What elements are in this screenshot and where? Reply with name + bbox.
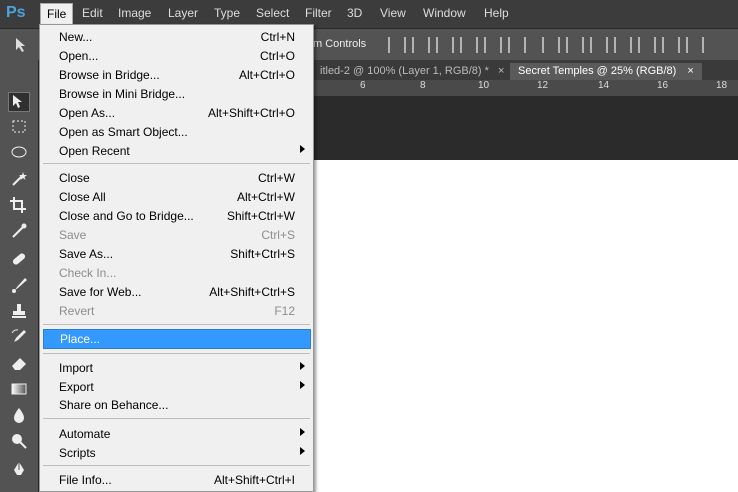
brush-tool-icon[interactable] <box>8 276 30 296</box>
menu-item-check-in: Check In... <box>59 266 117 280</box>
menu-select[interactable]: Select <box>256 6 289 20</box>
tab-untitled-2[interactable]: itled-2 @ 100% (Layer 1, RGB/8) * × <box>312 63 512 80</box>
lasso-tool-icon[interactable] <box>8 144 30 164</box>
menu-item-open[interactable]: Open... Ctrl+O <box>40 47 313 66</box>
menu-3d[interactable]: 3D <box>347 6 362 20</box>
menu-item-close[interactable]: Close Ctrl+W <box>40 169 313 188</box>
menu-item-save-for-web[interactable]: Save for Web... Alt+Shift+Ctrl+S <box>40 283 313 302</box>
menu-separator <box>43 163 310 164</box>
menu-window[interactable]: Window <box>423 6 466 20</box>
horizontal-ruler: 6 8 10 12 14 16 18 <box>312 80 738 97</box>
distribute-vcenter-icon[interactable] <box>566 37 584 53</box>
menu-item-export[interactable]: Export <box>40 378 313 397</box>
menu-item-close-and-go-to-bridge[interactable]: Close and Go to Bridge... Shift+Ctrl+W <box>40 207 313 226</box>
align-top-icon[interactable] <box>388 37 406 53</box>
align-left-icon[interactable] <box>460 37 478 53</box>
menu-item-open-as[interactable]: Open As... Alt+Shift+Ctrl+O <box>40 104 313 123</box>
file-menu-dropdown: New... Ctrl+N Open... Ctrl+O Browse in B… <box>39 24 314 492</box>
ruler-tick: 18 <box>716 80 728 91</box>
menu-layer[interactable]: Layer <box>168 6 198 20</box>
history-brush-tool-icon[interactable] <box>8 328 30 348</box>
menu-item-share-on-behance[interactable]: Share on Behance... <box>40 396 313 415</box>
menu-item-close-all[interactable]: Close All Alt+Ctrl+W <box>40 188 313 207</box>
menu-item-import[interactable]: Import <box>40 359 313 378</box>
ruler-tick: 14 <box>598 80 610 91</box>
menu-edit[interactable]: Edit <box>82 6 103 20</box>
gradient-tool-icon[interactable] <box>8 380 30 400</box>
menu-item-save: Save Ctrl+S <box>59 228 295 242</box>
menu-file[interactable]: File <box>40 3 74 24</box>
distribute-top-icon[interactable] <box>542 37 560 53</box>
document-canvas[interactable] <box>312 160 738 492</box>
move-tool-icon[interactable] <box>12 35 32 55</box>
menu-help[interactable]: Help <box>484 6 509 20</box>
menu-separator <box>43 324 310 325</box>
align-hcenter-icon[interactable] <box>484 37 502 53</box>
align-bottom-icon[interactable] <box>436 37 454 53</box>
menu-item-save-as[interactable]: Save As... Shift+Ctrl+S <box>40 245 313 264</box>
pen-tool-icon[interactable] <box>8 460 30 480</box>
show-transform-controls-label: m Controls <box>313 38 367 50</box>
magic-wand-tool-icon[interactable] <box>8 170 30 190</box>
menu-image[interactable]: Image <box>118 6 151 20</box>
submenu-arrow-icon <box>300 447 305 455</box>
menu-item-open-as-smart-object[interactable]: Open as Smart Object... <box>40 123 313 142</box>
blur-tool-icon[interactable] <box>8 406 30 426</box>
close-tab-icon[interactable]: × <box>687 65 693 77</box>
auto-align-icon[interactable] <box>686 37 704 53</box>
dodge-tool-icon[interactable] <box>8 432 30 452</box>
menu-item-scripts[interactable]: Scripts <box>40 444 313 463</box>
menu-separator <box>43 353 310 354</box>
align-buttons <box>388 37 710 53</box>
menu-item-browse-in-bridge[interactable]: Browse in Bridge... Alt+Ctrl+O <box>40 66 313 85</box>
ruler-tick: 16 <box>657 80 669 91</box>
ruler-tick: 10 <box>478 80 490 91</box>
ruler-tick: 8 <box>420 80 426 91</box>
menu-item-automate[interactable]: Automate <box>40 425 313 444</box>
ruler-tick: 12 <box>537 80 549 91</box>
align-vcenter-icon[interactable] <box>412 37 430 53</box>
tools-panel <box>0 60 39 492</box>
submenu-arrow-icon <box>300 381 305 389</box>
submenu-arrow-icon <box>300 145 305 153</box>
pasteboard <box>312 96 738 160</box>
menu-item-revert: Revert F12 <box>59 304 295 318</box>
eyedropper-tool-icon[interactable] <box>8 222 30 242</box>
distribute-bottom-icon[interactable] <box>590 37 608 53</box>
menu-view[interactable]: View <box>380 6 406 20</box>
submenu-arrow-icon <box>300 428 305 436</box>
crop-tool-icon[interactable] <box>8 196 30 216</box>
close-tab-icon[interactable]: × <box>498 65 504 77</box>
ruler-tick: 6 <box>360 80 366 91</box>
submenu-arrow-icon <box>300 362 305 370</box>
distribute-left-icon[interactable] <box>614 37 632 53</box>
menu-separator <box>43 465 310 466</box>
distribute-hcenter-icon[interactable] <box>638 37 656 53</box>
menu-item-new[interactable]: New... Ctrl+N <box>40 28 313 47</box>
healing-brush-tool-icon[interactable] <box>8 250 30 270</box>
photoshop-logo: Ps <box>6 4 26 21</box>
tab-secret-temples[interactable]: Secret Temples @ 25% (RGB/8) × <box>510 63 702 80</box>
marquee-tool-icon[interactable] <box>8 118 30 138</box>
distribute-right-icon[interactable] <box>662 37 680 53</box>
menu-item-place[interactable]: Place... <box>43 329 311 349</box>
menu-item-file-info[interactable]: File Info... Alt+Shift+Ctrl+I <box>40 471 313 490</box>
menu-separator <box>43 418 310 419</box>
menu-item-browse-in-mini-bridge[interactable]: Browse in Mini Bridge... <box>40 85 313 104</box>
move-tool-icon[interactable] <box>8 92 30 112</box>
align-right-icon[interactable] <box>508 37 526 53</box>
menu-filter[interactable]: Filter <box>305 6 332 20</box>
clone-stamp-tool-icon[interactable] <box>8 302 30 322</box>
eraser-tool-icon[interactable] <box>8 354 30 374</box>
menu-type[interactable]: Type <box>214 6 240 20</box>
menu-item-open-recent[interactable]: Open Recent <box>40 142 313 161</box>
